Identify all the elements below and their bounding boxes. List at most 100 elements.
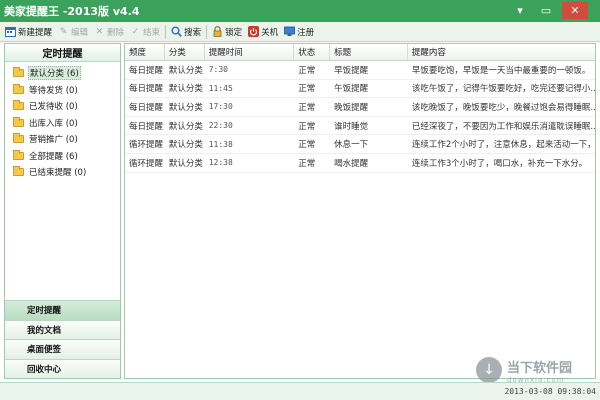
table-row[interactable]: 每日提醒 默认分类 11:45 正常 午饭提醒 该吃午饭了，记得午饭要吃好，吃完…	[125, 80, 595, 99]
folder-item-inventory[interactable]: 出库入库 (0)	[5, 115, 120, 132]
toolbar: 新建提醒 ✎ 编辑 ✕ 删除 ✓ 结束 搜索 锁定 关机 注册	[0, 22, 600, 42]
register-label: 注册	[297, 27, 315, 38]
sidebar-header: 定时提醒	[5, 44, 120, 62]
lock-label: 锁定	[225, 27, 243, 38]
column-header-content[interactable]: 提醒内容	[408, 44, 595, 60]
column-header-status[interactable]: 状态	[294, 44, 331, 60]
cell-status: 正常	[298, 121, 316, 132]
lock-button[interactable]: 锁定	[209, 23, 245, 41]
new-reminder-label: 新建提醒	[18, 27, 53, 38]
monitor-icon	[284, 26, 296, 37]
cell-content: 该吃午饭了，记得午饭要吃好，吃完还要记得小...	[411, 84, 595, 95]
table-row[interactable]: 循环提醒 默认分类 12:38 正常 喝水提醒 连续工作3个小时了，喝口水，补充…	[125, 154, 595, 173]
cell-time: 11:38	[208, 139, 233, 149]
shutdown-button[interactable]: 关机	[245, 23, 281, 41]
cell-frequency: 每日提醒	[129, 84, 164, 95]
cell-category: 默认分类	[168, 84, 203, 95]
new-reminder-button[interactable]: 新建提醒	[2, 23, 55, 41]
finish-button[interactable]: ✓ 结束	[127, 23, 163, 41]
register-button[interactable]: 注册	[281, 23, 317, 41]
cell-status: 正常	[298, 84, 316, 95]
status-bar: 2013-03-08 09:38:04	[0, 382, 600, 400]
maximize-button[interactable]: ▭	[536, 2, 556, 19]
delete-button[interactable]: ✕ 删除	[91, 23, 127, 41]
tab-recycle-center[interactable]: 回收中心	[5, 358, 120, 378]
cell-time: 22:30	[208, 121, 233, 131]
cell-frequency: 循环提醒	[129, 140, 164, 151]
folder-label: 等待发货 (0)	[29, 85, 78, 96]
window-title: 美家提醒王 -2013版 v4.4	[4, 5, 140, 18]
cell-frequency: 每日提醒	[129, 102, 164, 113]
lock-icon	[212, 26, 223, 37]
folder-item-shipped[interactable]: 已发待收 (0)	[5, 98, 120, 115]
folder-label: 营销推广 (0)	[29, 135, 78, 146]
delete-icon: ✕	[95, 26, 104, 37]
cell-title: 早饭提醒	[334, 65, 369, 76]
search-icon	[171, 26, 182, 37]
table-row[interactable]: 每日提醒 默认分类 17:30 正常 晚饭提醒 该吃晚饭了，晚饭要吃少，晚餐过饱…	[125, 98, 595, 117]
cell-content: 连续工作2个小时了，注意休息，起来活动一下，...	[411, 140, 595, 151]
download-icon: ↓	[476, 357, 502, 383]
cell-category: 默认分类	[168, 65, 203, 76]
toolbar-separator	[165, 24, 167, 39]
folder-icon	[13, 67, 24, 78]
tab-desktop-notes[interactable]: 桌面便签	[5, 339, 120, 359]
table-row[interactable]: 循环提醒 默认分类 11:38 正常 休息一下 连续工作2个小时了，注意休息，起…	[125, 135, 595, 154]
cell-category: 默认分类	[168, 158, 203, 169]
folder-label: 出库入库 (0)	[29, 118, 78, 129]
reminder-table: 频度 分类 提醒时间 状态 标题 提醒内容 每日提醒 默认分类 7:30 正常 …	[124, 43, 596, 379]
folder-item-default[interactable]: 默认分类 (6)	[5, 65, 120, 82]
cell-category: 默认分类	[168, 102, 203, 113]
folder-item-ended[interactable]: 已结束提醒 (0)	[5, 164, 120, 181]
shutdown-label: 关机	[261, 27, 279, 38]
column-header-category[interactable]: 分类	[165, 44, 205, 60]
cell-title: 晚饭提醒	[334, 102, 369, 113]
column-header-title[interactable]: 标题	[330, 44, 408, 60]
watermark-name: 当下软件园	[507, 360, 573, 376]
cell-frequency: 每日提醒	[129, 65, 164, 76]
cell-status: 正常	[298, 102, 316, 113]
cell-status: 正常	[298, 140, 316, 151]
check-icon: ✓	[131, 26, 140, 37]
folder-list: 默认分类 (6) 等待发货 (0) 已发待收 (0) 出库入库 (0) 营销推广…	[5, 62, 120, 181]
folder-label: 已结束提醒 (0)	[29, 168, 87, 179]
status-datetime: 2013-03-08 09:38:04	[504, 387, 596, 396]
folder-label: 已发待收 (0)	[29, 102, 78, 113]
folder-label: 默认分类 (6)	[28, 66, 81, 81]
column-header-frequency[interactable]: 频度	[125, 44, 165, 60]
folder-item-all[interactable]: 全部提醒 (6)	[5, 148, 120, 165]
tab-my-documents[interactable]: 我的文档	[5, 319, 120, 339]
cell-content: 早饭要吃饱，早饭是一天当中最重要的一顿饭。	[411, 65, 591, 76]
cell-time: 17:30	[208, 102, 233, 112]
tab-timed-reminder[interactable]: 定时提醒	[5, 300, 120, 320]
folder-item-awaiting-shipment[interactable]: 等待发货 (0)	[5, 82, 120, 99]
cell-time: 7:30	[208, 65, 228, 75]
cell-content: 已经深夜了，不要因为工作和娱乐消遣耽误睡眠...	[411, 121, 595, 132]
column-header-time[interactable]: 提醒时间	[205, 44, 295, 60]
cell-title: 谁时睡觉	[334, 121, 369, 132]
cell-time: 11:45	[208, 83, 233, 93]
folder-icon	[13, 166, 24, 177]
watermark-text: 当下软件园 downxia.com	[507, 357, 572, 384]
delete-label: 删除	[107, 27, 125, 38]
close-button[interactable]: ✕	[562, 2, 588, 19]
nav-tabs: 定时提醒 我的文档 桌面便签 回收中心	[5, 300, 120, 378]
cell-status: 正常	[298, 65, 316, 76]
folder-icon	[13, 100, 24, 111]
folder-item-marketing[interactable]: 营销推广 (0)	[5, 131, 120, 148]
cell-frequency: 每日提醒	[129, 121, 164, 132]
folder-icon	[13, 116, 24, 127]
menu-dropdown-button[interactable]: ▾	[510, 2, 530, 19]
cell-category: 默认分类	[168, 140, 203, 151]
folder-icon	[13, 149, 24, 160]
toolbar-separator	[206, 24, 208, 39]
folder-label: 全部提醒 (6)	[29, 151, 78, 162]
search-button[interactable]: 搜索	[168, 23, 204, 41]
cell-status: 正常	[298, 158, 316, 169]
calendar-icon	[5, 26, 16, 37]
sidebar: 定时提醒 默认分类 (6) 等待发货 (0) 已发待收 (0) 出库入库 (0)…	[4, 43, 121, 379]
table-header: 频度 分类 提醒时间 状态 标题 提醒内容	[125, 44, 595, 61]
edit-button[interactable]: ✎ 编辑	[55, 23, 91, 41]
table-row[interactable]: 每日提醒 默认分类 22:30 正常 谁时睡觉 已经深夜了，不要因为工作和娱乐消…	[125, 117, 595, 136]
table-row[interactable]: 每日提醒 默认分类 7:30 正常 早饭提醒 早饭要吃饱，早饭是一天当中最重要的…	[125, 61, 595, 80]
